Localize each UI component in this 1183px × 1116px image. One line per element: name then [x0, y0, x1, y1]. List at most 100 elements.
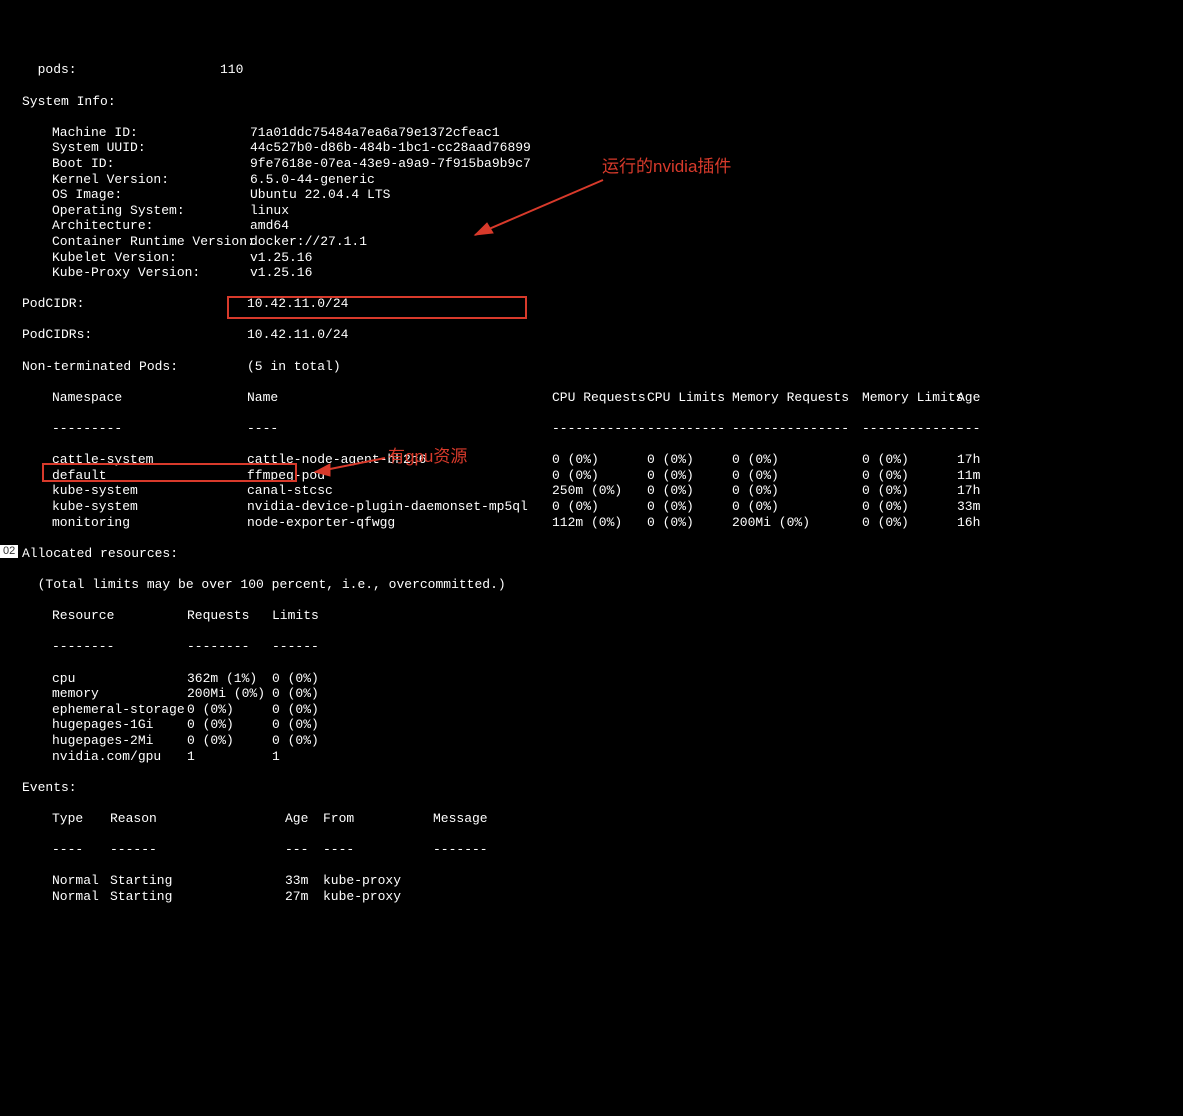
- resource-row: cpu362m (1%)0 (0%): [22, 671, 1183, 687]
- event-type: Normal: [52, 889, 110, 905]
- pod-mem-limits: 0 (0%): [862, 483, 957, 499]
- pod-namespace: cattle-system: [52, 452, 247, 468]
- val: docker://27.1.1: [250, 234, 367, 250]
- val: 44c527b0-d86b-484b-1bc1-cc28aad76899: [250, 140, 531, 156]
- key: System UUID:: [52, 140, 250, 156]
- resource-limits: 0 (0%): [272, 702, 319, 718]
- system-info-row: Architecture:amd64: [22, 218, 1183, 234]
- system-info-row: Machine ID:71a01ddc75484a7ea6a79e1372cfe…: [22, 125, 1183, 141]
- val: Ubuntu 22.04.4 LTS: [250, 187, 390, 203]
- dash: ----: [323, 842, 433, 858]
- val: 9fe7618e-07ea-43e9-a9a9-7f915ba9b9c7: [250, 156, 531, 172]
- pod-namespace: default: [52, 468, 247, 484]
- corner-label: 02: [0, 545, 18, 558]
- val: linux: [250, 203, 289, 219]
- system-info-row: Kubelet Version:v1.25.16: [22, 250, 1183, 266]
- event-type: Normal: [52, 873, 110, 889]
- key: Boot ID:: [52, 156, 250, 172]
- system-info-block: Machine ID:71a01ddc75484a7ea6a79e1372cfe…: [22, 125, 1183, 281]
- pod-mem-limits: 0 (0%): [862, 515, 957, 531]
- pod-mem-requests: 0 (0%): [732, 468, 862, 484]
- resource-limits: 0 (0%): [272, 733, 319, 749]
- resource-limits: 0 (0%): [272, 671, 319, 687]
- pod-row: monitoringnode-exporter-qfwgg112m (0%)0 …: [22, 515, 1183, 531]
- res-col-requests: Requests: [187, 608, 272, 624]
- ev-col-message: Message: [433, 811, 488, 827]
- event-age: 33m: [285, 873, 323, 889]
- podcidrs-val: 10.42.11.0/24: [247, 327, 348, 342]
- pod-col-cpur: CPU Requests: [552, 390, 647, 406]
- key: Machine ID:: [52, 125, 250, 141]
- resource-row: nvidia.com/gpu11: [22, 749, 1183, 765]
- pod-cpu-limits: 0 (0%): [647, 468, 732, 484]
- system-info-row: Kube-Proxy Version:v1.25.16: [22, 265, 1183, 281]
- pod-cpu-limits: 0 (0%): [647, 515, 732, 531]
- pod-mem-requests: 200Mi (0%): [732, 515, 862, 531]
- pod-col-memr: Memory Requests: [732, 390, 862, 406]
- events-block: NormalStarting33mkube-proxyNormalStartin…: [22, 873, 1183, 904]
- resource-requests: 1: [187, 749, 272, 765]
- podcidrs-key: PodCIDRs:: [22, 327, 247, 343]
- val: 6.5.0-44-generic: [250, 172, 375, 188]
- dash: ----: [52, 842, 110, 858]
- resource-limits: 0 (0%): [272, 686, 319, 702]
- dash: --------: [187, 639, 272, 655]
- resource-row: hugepages-1Gi0 (0%)0 (0%): [22, 717, 1183, 733]
- pod-cpu-requests: 0 (0%): [552, 452, 647, 468]
- system-info-row: System UUID:44c527b0-d86b-484b-1bc1-cc28…: [22, 140, 1183, 156]
- resource-name: nvidia.com/gpu: [52, 749, 187, 765]
- resource-row: memory200Mi (0%)0 (0%): [22, 686, 1183, 702]
- pod-name: canal-stcsc: [247, 483, 552, 499]
- system-info-row: Container Runtime Version:docker://27.1.…: [22, 234, 1183, 250]
- pod-cpu-limits: 0 (0%): [647, 483, 732, 499]
- pod-mem-limits: 0 (0%): [862, 452, 957, 468]
- ev-col-reason: Reason: [110, 811, 285, 827]
- pod-row: kube-systemnvidia-device-plugin-daemonse…: [22, 499, 1183, 515]
- pod-row: defaultffmpeg-pod0 (0%)0 (0%)0 (0%)0 (0%…: [22, 468, 1183, 484]
- res-col-limits: Limits: [272, 608, 319, 624]
- dash: -------------: [862, 421, 957, 437]
- pod-row: cattle-systemcattle-node-agent-bh2c60 (0…: [22, 452, 1183, 468]
- resources-block: cpu362m (1%)0 (0%)memory200Mi (0%)0 (0%)…: [22, 671, 1183, 765]
- val: amd64: [250, 218, 289, 234]
- pod-cpu-requests: 112m (0%): [552, 515, 647, 531]
- resource-name: hugepages-1Gi: [52, 717, 187, 733]
- pod-mem-requests: 0 (0%): [732, 452, 862, 468]
- ev-col-from: From: [323, 811, 433, 827]
- podcidr-key: PodCIDR:: [22, 296, 247, 312]
- pod-age: 17h: [957, 483, 980, 499]
- pod-cpu-limits: 0 (0%): [647, 499, 732, 515]
- pod-col-ns: Namespace: [52, 390, 247, 406]
- pod-cpu-requests: 0 (0%): [552, 499, 647, 515]
- dash: ------: [272, 639, 319, 655]
- events-header: Events:: [22, 780, 1183, 796]
- event-reason: Starting: [110, 873, 285, 889]
- pod-age: 17h: [957, 452, 980, 468]
- key: Operating System:: [52, 203, 250, 219]
- key: Kernel Version:: [52, 172, 250, 188]
- pod-namespace: kube-system: [52, 499, 247, 515]
- ev-col-age: Age: [285, 811, 323, 827]
- dash: ----: [247, 421, 552, 437]
- resource-name: cpu: [52, 671, 187, 687]
- dash: ----------: [647, 421, 732, 437]
- nonterm-val: (5 in total): [247, 359, 341, 374]
- event-age: 27m: [285, 889, 323, 905]
- resource-name: hugepages-2Mi: [52, 733, 187, 749]
- dash: ---: [285, 842, 323, 858]
- system-info-row: OS Image:Ubuntu 22.04.4 LTS: [22, 187, 1183, 203]
- pod-col-name: Name: [247, 390, 552, 406]
- ev-col-type: Type: [52, 811, 110, 827]
- val: v1.25.16: [250, 265, 312, 281]
- resource-requests: 0 (0%): [187, 733, 272, 749]
- resource-limits: 1: [272, 749, 280, 765]
- resource-name: memory: [52, 686, 187, 702]
- resource-requests: 0 (0%): [187, 702, 272, 718]
- dash: --------: [52, 639, 187, 655]
- podcidr-val: 10.42.11.0/24: [247, 296, 348, 311]
- pod-row: kube-systemcanal-stcsc250m (0%)0 (0%)0 (…: [22, 483, 1183, 499]
- pod-namespace: monitoring: [52, 515, 247, 531]
- alloc-note: (Total limits may be over 100 percent, i…: [22, 577, 1183, 593]
- pods-key: pods:: [22, 62, 220, 78]
- pod-name: nvidia-device-plugin-daemonset-mp5ql: [247, 499, 552, 515]
